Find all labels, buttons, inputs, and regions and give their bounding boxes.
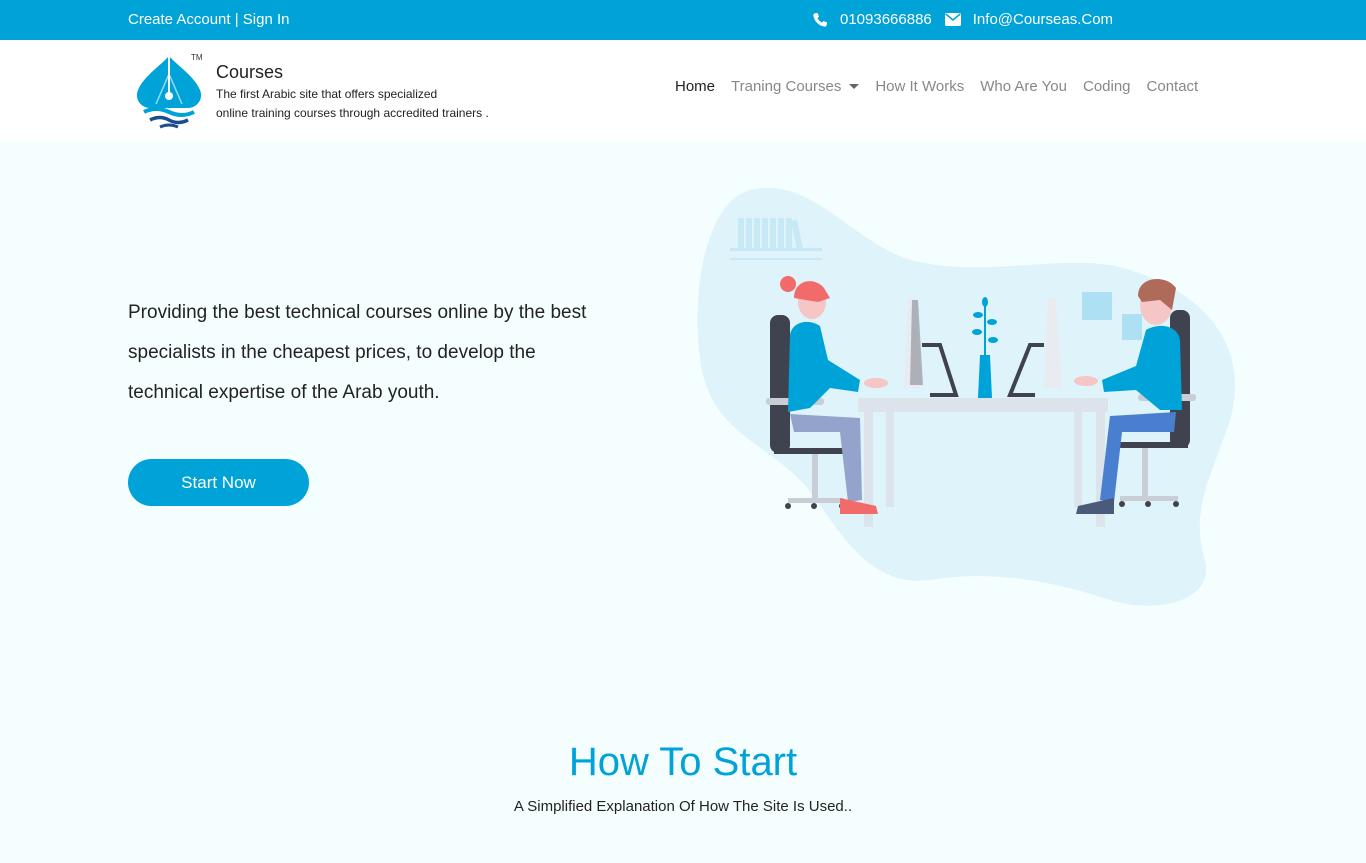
create-account-link[interactable]: Create Account (128, 11, 231, 28)
phone-icon (812, 12, 828, 28)
courses-logo[interactable]: TM (132, 52, 206, 132)
hero-line3: technical expertise of the Arab youth. (128, 382, 440, 403)
hero-line2: specialists in the cheapest prices, to d… (128, 342, 536, 363)
main-navbar: TM Courses The first Arabic site that of… (0, 40, 1366, 141)
nav-coding[interactable]: Coding (1083, 78, 1131, 95)
top-bar: Create Account | Sign In 01093666886 Inf… (0, 0, 1366, 40)
hero-line1: Providing the best technical courses onl… (128, 302, 587, 323)
brand-description: The first Arabic site that offers specia… (216, 85, 489, 123)
start-now-button[interactable]: Start Now (128, 459, 309, 506)
section-subtitle: A Simplified Explanation Of How The Site… (513, 798, 853, 815)
nav-training-label: Traning Courses (731, 78, 842, 95)
nav-who-are-you[interactable]: Who Are You (980, 78, 1067, 95)
brand-name[interactable]: Courses (216, 62, 283, 83)
phone-number[interactable]: 01093666886 (840, 11, 932, 28)
svg-text:TM: TM (191, 53, 203, 62)
auth-links: Create Account | Sign In (128, 11, 290, 28)
nav-training-courses[interactable]: Traning Courses (731, 78, 860, 95)
brand-desc-line1: The first Arabic site that offers specia… (216, 87, 438, 101)
chevron-down-icon (849, 84, 860, 89)
contact-info: 01093666886 Info@Courseas.Com (812, 11, 1126, 28)
nav-how-it-works[interactable]: How It Works (875, 78, 964, 95)
hero-description: Providing the best technical courses onl… (128, 293, 648, 413)
nav-home[interactable]: Home (675, 78, 715, 95)
sign-in-link[interactable]: Sign In (243, 11, 290, 28)
section-title: How To Start (568, 740, 798, 784)
nav-menu: Home Traning Courses How It Works Who Ar… (675, 78, 1214, 95)
brand-desc-line2: online training courses through accredit… (216, 106, 489, 120)
email-address[interactable]: Info@Courseas.Com (973, 11, 1113, 28)
auth-separator: | (230, 11, 243, 28)
nav-contact[interactable]: Contact (1147, 78, 1199, 95)
envelope-icon (944, 13, 961, 26)
office-illustration (697, 187, 1236, 606)
